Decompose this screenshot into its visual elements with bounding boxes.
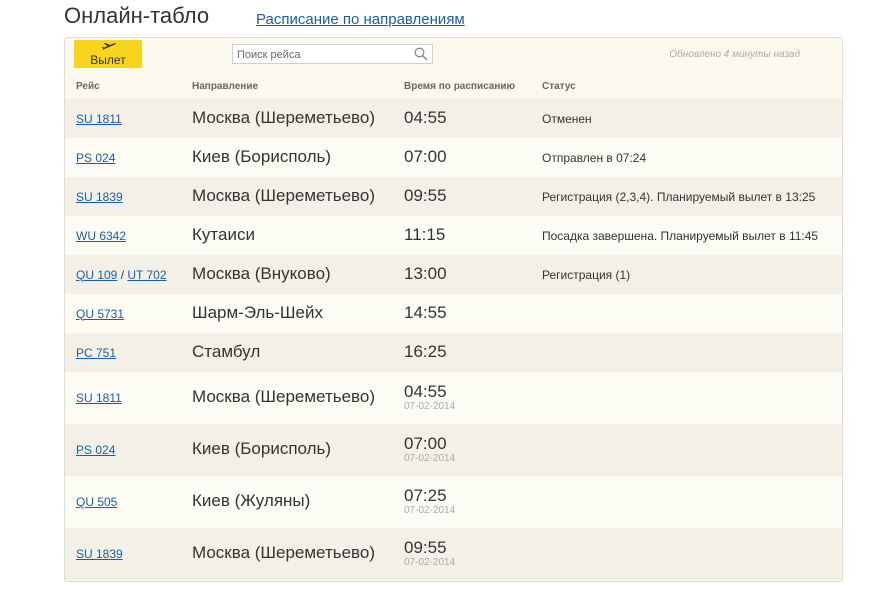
table-row: SU 1811 Москва (Шереметьево) 04:55 07-02-20… [65, 372, 842, 424]
table-row: QU 505 Киев (Жуляны) 07:25 07-02-2014 [65, 476, 842, 528]
search-icon[interactable] [414, 47, 428, 61]
scheduled-time-cell: 04:55 [404, 382, 447, 401]
scheduled-time-cell: 07:00 [404, 434, 447, 453]
direction-cell: Киев (Жуляны) [192, 491, 311, 510]
column-header-direction: Направление [192, 81, 259, 92]
flight-cell: SU 1811 [76, 112, 122, 126]
flight-cell: QU 5731 [76, 307, 124, 321]
flight-separator: / [117, 267, 128, 282]
direction-cell: Москва (Шереметьево) [192, 107, 375, 127]
flight-cell: QU 109 / UT 702 [76, 268, 167, 282]
direction-cell: Кутаиси [192, 224, 255, 244]
column-header-time: Время по расписанию [404, 81, 516, 92]
flight-number-link[interactable]: SU 1839 [76, 547, 123, 561]
flight-cell: PC 751 [76, 346, 116, 360]
flight-cell: WU 6342 [76, 229, 126, 243]
page-title: Онлайн-табло [64, 3, 210, 28]
flight-search-input[interactable] [233, 46, 407, 64]
scheduled-time-cell: 14:55 [404, 302, 447, 322]
direction-cell: Москва (Шереметьево) [192, 387, 375, 406]
flight-table-body: SU 1811 Москва (Шереметьево) 04:55 Отменен P… [65, 99, 842, 580]
status-cell: Отправлен в 07:24 [542, 150, 647, 165]
plane-icon [102, 43, 116, 50]
status-cell: Регистрация (1) [542, 267, 631, 282]
flight-number-link[interactable]: QU 5731 [76, 307, 124, 321]
direction-cell: Киев (Борисполь) [192, 439, 332, 458]
status-cell: Посадка завершена. Планируемый вылет в 1… [542, 228, 819, 243]
flight-number-link[interactable]: PS 024 [76, 151, 115, 165]
flight-cell: SU 1839 [76, 547, 123, 561]
scheduled-time-cell: 16:25 [404, 341, 447, 361]
column-header-status: Статус [542, 81, 576, 92]
direction-cell: Москва (Внуково) [192, 263, 331, 283]
flight-number-link[interactable]: PS 024 [76, 443, 115, 457]
table-row: QU 109 / UT 702 Москва (Внуково) 13:00 Реги… [65, 255, 842, 294]
status-cell: Отменен [542, 111, 592, 126]
table-row: SU 1839 Москва (Шереметьево) 09:55 Регистра… [65, 177, 842, 216]
flight-search [232, 44, 433, 64]
table-row: SU 1839 Москва (Шереметьево) 09:55 07-02-20… [65, 528, 842, 580]
scheduled-time-cell: 07:00 [404, 146, 447, 166]
scheduled-time-cell: 04:55 [404, 107, 447, 127]
flight-number-link[interactable]: SU 1811 [76, 112, 122, 126]
schedule-by-direction-link[interactable]: Расписание по направлениям [256, 11, 465, 28]
departures-button[interactable]: Вылет [74, 40, 142, 68]
column-header-flight: Рейс [76, 81, 100, 92]
flight-number-link[interactable]: PC 751 [76, 346, 116, 360]
table-row: SU 1811 Москва (Шереметьево) 04:55 Отменен [65, 99, 842, 138]
direction-cell: Москва (Шереметьево) [192, 185, 375, 205]
table-row: PS 024 Киев (Борисполь) 07:00 Отправлен в 0… [65, 138, 842, 177]
flight-board: Вылет Обновлено 4 минуты назад Рейс Напр… [64, 37, 843, 582]
flight-cell: QU 505 [76, 495, 117, 509]
direction-cell: Шарм-Эль-Шейх [192, 302, 323, 322]
scheduled-time-cell: 11:15 [404, 224, 446, 244]
table-row: WU 6342 Кутаиси 11:15 Посадка завершена. Пл… [65, 216, 842, 255]
scheduled-time-cell: 07:25 [404, 486, 447, 505]
scheduled-date: 07-02-2014 [404, 453, 456, 464]
updated-timestamp: Обновлено 4 минуты назад [669, 49, 800, 60]
direction-cell: Киев (Борисполь) [192, 146, 332, 166]
flight-cell: SU 1839 [76, 190, 123, 204]
scheduled-date: 07-02-2014 [404, 557, 456, 568]
direction-cell: Москва (Шереметьево) [192, 543, 375, 562]
flight-cell: PS 024 [76, 151, 115, 165]
scheduled-date: 07-02-2014 [404, 505, 456, 516]
scheduled-time-cell: 09:55 [404, 185, 447, 205]
departures-label: Вылет [90, 53, 126, 67]
scheduled-time-cell: 09:55 [404, 538, 447, 557]
flight-number-link[interactable]: QU 109 [76, 268, 117, 282]
scheduled-time-cell: 13:00 [404, 263, 447, 283]
flight-number-link[interactable]: SU 1839 [76, 190, 123, 204]
flight-number-link[interactable]: QU 505 [76, 495, 117, 509]
scheduled-date: 07-02-2014 [404, 401, 456, 412]
flight-cell: SU 1811 [76, 391, 122, 405]
table-row: PC 751 Стамбул 16:25 [65, 333, 842, 372]
table-header: Рейс Направление Время по расписанию Ста… [65, 75, 842, 99]
flight-number-link[interactable]: UT 702 [127, 268, 166, 282]
table-row: PS 024 Киев (Борисполь) 07:00 07-02-2014 [65, 424, 842, 476]
flight-number-link[interactable]: WU 6342 [76, 229, 126, 243]
status-cell: Регистрация (2,3,4). Планируемый вылет в… [542, 189, 816, 204]
flight-cell: PS 024 [76, 443, 115, 457]
table-row: QU 5731 Шарм-Эль-Шейх 14:55 [65, 294, 842, 333]
flight-number-link[interactable]: SU 1811 [76, 391, 122, 405]
direction-cell: Стамбул [192, 341, 261, 361]
board-toolbar: Вылет Обновлено 4 минуты назад [65, 38, 842, 75]
